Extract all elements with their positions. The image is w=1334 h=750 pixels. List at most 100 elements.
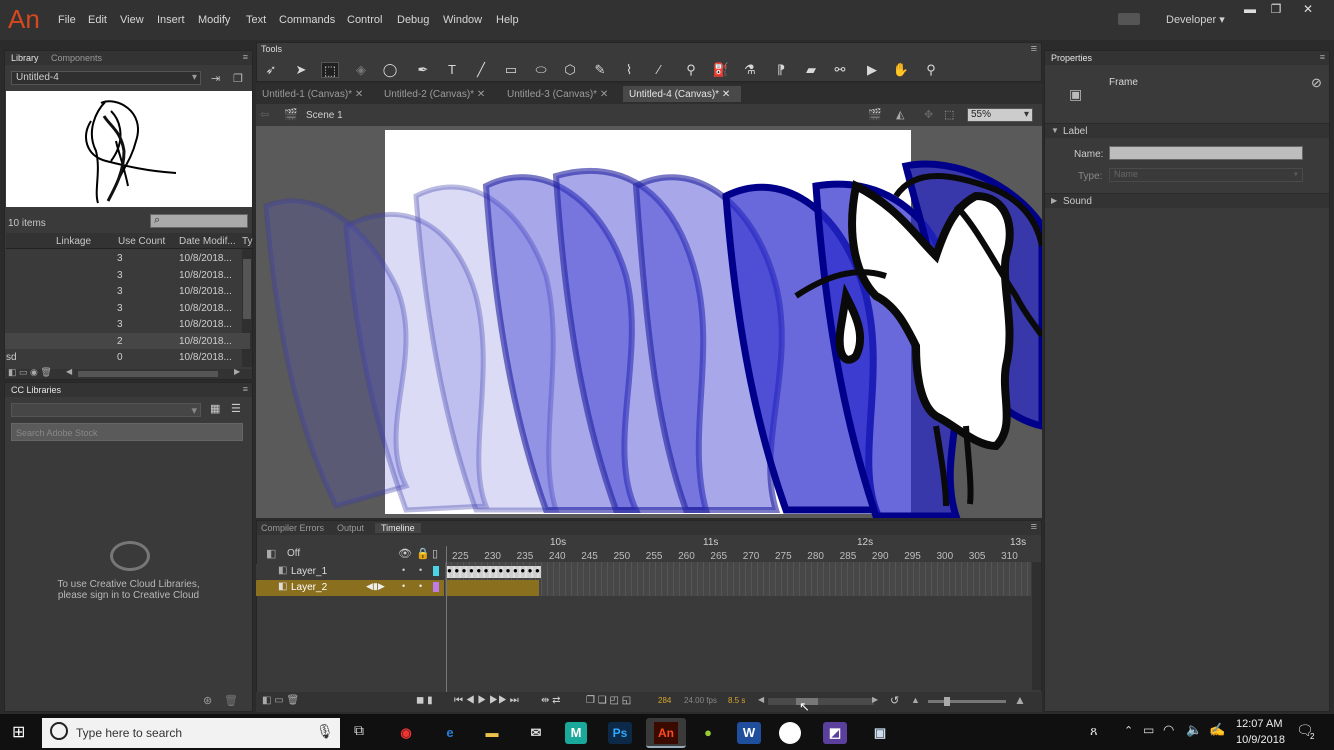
camera-icon[interactable]: ◼ ▮ xyxy=(416,695,433,706)
menu-commands[interactable]: Commands xyxy=(279,14,335,26)
new-layer-icon[interactable]: ◧ ▭ 🗑 xyxy=(262,695,299,706)
wifi-icon[interactable]: ◠ xyxy=(1163,722,1174,738)
onion-mode-label[interactable]: Off xyxy=(287,548,300,559)
selection-tool-icon[interactable]: ➶ xyxy=(262,62,280,78)
library-hscroll[interactable] xyxy=(78,371,218,377)
close-tab-icon[interactable]: ✕ xyxy=(355,89,363,100)
line-tool-icon[interactable]: ╱ xyxy=(472,62,490,78)
camera-tool-icon[interactable]: ▶ xyxy=(863,62,881,78)
people-icon[interactable]: ጸ xyxy=(1090,723,1098,739)
timeline-hscroll[interactable] xyxy=(768,698,874,705)
paint-brush-tool-icon[interactable]: ⌇ xyxy=(620,62,638,78)
menu-file[interactable]: File xyxy=(58,14,76,26)
scroll-left-icon[interactable]: ◀ xyxy=(758,695,764,704)
brush-tool-icon[interactable]: ⁄ xyxy=(650,62,668,78)
clip-stage-icon[interactable]: ⬚ xyxy=(944,108,954,121)
lock-icon[interactable]: 🔒 xyxy=(416,547,430,560)
hand-tool-icon[interactable]: ✋ xyxy=(892,62,910,78)
ink-bottle-tool-icon[interactable]: ⚗ xyxy=(741,62,759,78)
paint-bucket-tool-icon[interactable]: ⛽ xyxy=(712,62,730,78)
stock-search-input[interactable]: Search Adobe Stock xyxy=(11,423,243,441)
col-linkage[interactable]: Linkage xyxy=(56,236,91,247)
playback-controls[interactable]: ⏮ ◀ ▶ ▶▶ ⏭ xyxy=(454,695,519,706)
workspace-switcher[interactable]: Developer ▾ xyxy=(1166,13,1225,26)
pen-tool-icon[interactable]: ✒ xyxy=(414,62,432,78)
back-arrow-icon[interactable]: ⇦ xyxy=(260,108,269,121)
reset-icon[interactable]: ↺ xyxy=(890,694,899,707)
outline-icon[interactable]: ▯ xyxy=(432,547,438,560)
tab-output[interactable]: Output xyxy=(337,523,364,533)
battery-icon[interactable]: ▭ xyxy=(1143,723,1154,737)
frame-name-input[interactable] xyxy=(1109,146,1303,160)
windows-start-icon[interactable]: ⊞ xyxy=(12,722,25,742)
cc-library-select[interactable]: ▾ xyxy=(11,403,201,417)
library-search-input[interactable]: ⌕ xyxy=(150,214,248,228)
panel-menu-icon[interactable]: ≡ xyxy=(243,384,248,394)
width-tool-icon[interactable]: ⚯ xyxy=(831,62,849,78)
pencil-tool-icon[interactable]: ✎ xyxy=(591,62,609,78)
menu-edit[interactable]: Edit xyxy=(88,14,107,26)
layer-row-layer2[interactable]: ◧ Layer_2 ◀▮▶ • • xyxy=(256,580,444,596)
doc-tab-untitled-4[interactable]: Untitled-4 (Canvas)* ✕ xyxy=(623,86,741,102)
clock-time[interactable]: 12:07 AM xyxy=(1236,718,1282,730)
zoom-small-icon[interactable]: ▲ xyxy=(911,695,920,705)
menu-text[interactable]: Text xyxy=(246,14,266,26)
help-icon[interactable]: ⊘ xyxy=(1311,75,1322,91)
menu-insert[interactable]: Insert xyxy=(157,14,185,26)
layer-lock-dot[interactable]: • xyxy=(419,581,422,591)
show-hidden-icons-icon[interactable]: ⌃ xyxy=(1124,724,1133,737)
library-row[interactable]: 3 10/8/2018... xyxy=(5,316,250,332)
list-view-icon[interactable]: ☰ xyxy=(231,402,241,415)
minimize-button[interactable]: ▬ xyxy=(1236,2,1264,16)
new-library-icon[interactable]: ❐ xyxy=(233,72,243,85)
library-row[interactable]: 3 10/8/2018... xyxy=(5,250,250,266)
scroll-right-icon[interactable]: ▶ xyxy=(872,695,878,704)
layer-row-layer1[interactable]: ◧ Layer_1 • • xyxy=(256,564,444,579)
close-window-button[interactable]: ✕ xyxy=(1294,2,1322,16)
menu-control[interactable]: Control xyxy=(347,14,382,26)
new-symbol-icon[interactable]: ◧ ▭ ◉ 🗑 xyxy=(8,367,52,378)
lasso-tool-icon[interactable]: ◯ xyxy=(381,62,399,78)
edit-scene-icon[interactable]: 🎬 xyxy=(868,108,882,121)
eraser-tool-icon[interactable]: ▰ xyxy=(802,62,820,78)
layer-lock-dot[interactable]: • xyxy=(419,565,422,575)
layer-name[interactable]: Layer_2 xyxy=(291,582,327,593)
timeline-vscroll[interactable] xyxy=(1032,562,1041,690)
rectangle-tool-icon[interactable]: ▭ xyxy=(502,62,520,78)
volume-icon[interactable]: 🔈 xyxy=(1186,722,1202,738)
edit-symbols-icon[interactable]: ◭ xyxy=(896,108,904,121)
tab-compiler-errors[interactable]: Compiler Errors xyxy=(261,523,324,533)
sound-section-header[interactable]: ▶ Sound xyxy=(1045,193,1329,208)
word-icon[interactable]: W xyxy=(737,722,761,744)
current-frame[interactable]: 284 xyxy=(658,696,671,705)
tab-library[interactable]: Library xyxy=(11,53,39,63)
text-tool-icon[interactable]: T xyxy=(443,62,461,78)
oval-tool-icon[interactable]: ⬭ xyxy=(532,62,550,78)
pin-icon[interactable]: ⇥ xyxy=(211,72,220,85)
center-stage-icon[interactable]: ✥ xyxy=(924,108,933,121)
frame-rate[interactable]: 24.00 fps xyxy=(684,696,717,705)
layer-color-swatch[interactable] xyxy=(433,582,439,592)
label-type-select[interactable]: Name ▾ xyxy=(1109,168,1303,182)
animate-taskbar-button[interactable]: An xyxy=(646,718,686,748)
scroll-left-icon[interactable]: ◀ xyxy=(66,367,72,376)
doc-tab-untitled-3[interactable]: Untitled-3 (Canvas)* ✕ xyxy=(501,86,619,102)
loop-icons[interactable]: ⇹ ⇄ xyxy=(541,695,561,706)
layer-visible-dot[interactable]: • xyxy=(402,581,405,591)
layer-visible-dot[interactable]: • xyxy=(402,565,405,575)
maximize-button[interactable]: ❐ xyxy=(1262,2,1290,16)
elapsed-time[interactable]: 8.5 s xyxy=(728,696,745,705)
app-globe-icon[interactable]: ● xyxy=(694,722,722,744)
menu-debug[interactable]: Debug xyxy=(397,14,429,26)
col-type[interactable]: Ty xyxy=(242,236,253,247)
menu-window[interactable]: Window xyxy=(443,14,482,26)
tab-components[interactable]: Components xyxy=(51,53,102,63)
free-transform-tool-icon[interactable]: ⬚ xyxy=(321,62,339,78)
library-row[interactable]: 3 10/8/2018... xyxy=(5,283,250,299)
timeline-zoom-slider[interactable] xyxy=(928,697,1006,706)
menu-view[interactable]: View xyxy=(120,14,144,26)
sync-icon[interactable]: ⊛ xyxy=(203,694,212,707)
layer-options-icon[interactable]: ◧ xyxy=(266,547,276,560)
doc-tab-untitled-1[interactable]: Untitled-1 (Canvas)* ✕ xyxy=(256,86,374,102)
menu-modify[interactable]: Modify xyxy=(198,14,230,26)
